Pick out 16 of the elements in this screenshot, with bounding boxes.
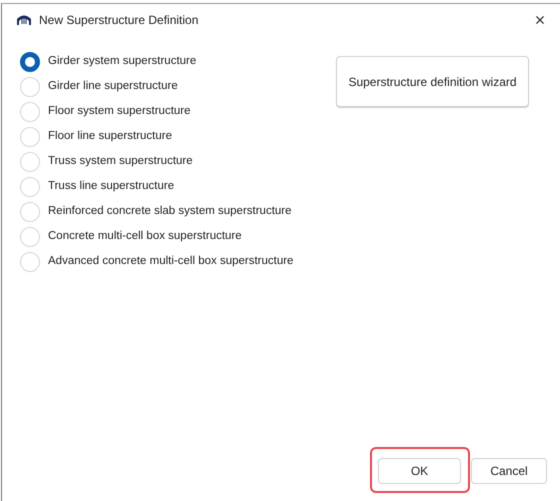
radio-label[interactable]: Truss line superstructure	[48, 178, 174, 196]
wizard-button[interactable]: Superstructure definition wizard	[336, 56, 529, 107]
dialog-button[interactable]: OK	[378, 458, 461, 484]
window-title: New Superstructure Definition	[39, 12, 198, 29]
radio-label[interactable]: Floor system superstructure	[48, 102, 191, 120]
radio-label[interactable]: Reinforced concrete slab system superstructure	[48, 202, 292, 220]
radio-label[interactable]: Advanced concrete multi-cell box superstructure	[48, 252, 294, 270]
radio-label[interactable]: Truss system superstructure	[48, 152, 193, 170]
radio-label[interactable]: Floor line superstructure	[48, 128, 172, 146]
bridge-icon	[16, 14, 32, 26]
radio-label[interactable]: Concrete multi-cell box superstructure	[48, 228, 242, 246]
close-button[interactable]: ×	[520, 5, 560, 35]
radio-label[interactable]: Girder line superstructure	[48, 78, 178, 96]
radio-button[interactable]	[20, 52, 40, 72]
radio-label[interactable]: Girder system superstructure	[48, 52, 196, 70]
dialog-button[interactable]: Cancel	[471, 458, 547, 484]
